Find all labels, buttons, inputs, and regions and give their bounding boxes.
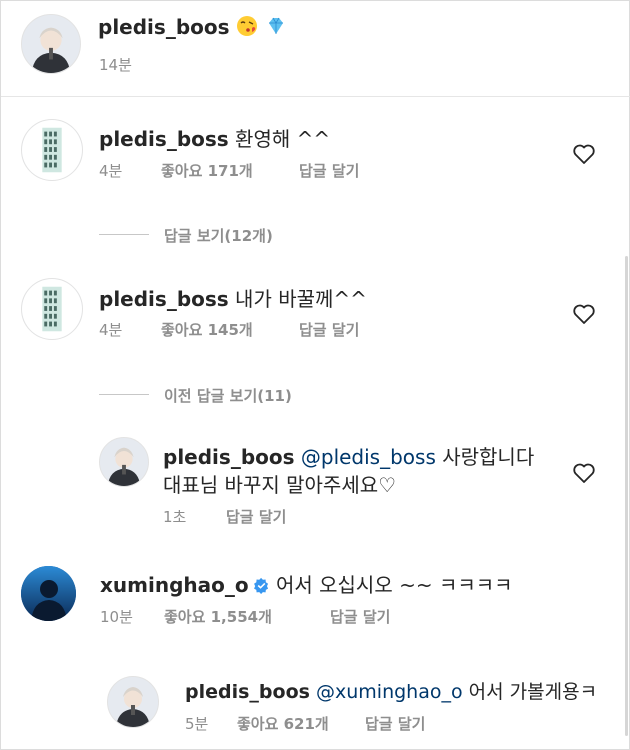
reply-button[interactable]: 답글 달기 xyxy=(330,606,390,627)
comments-screen: pledis_boos 14분 pledis_boss 환영해 ^^ 4분 좋아… xyxy=(0,0,630,750)
comment-likes[interactable]: 좋아요 145개 xyxy=(161,319,253,340)
reply-likes[interactable]: 좋아요 621개 xyxy=(237,713,329,734)
reply-button[interactable]: 답글 달기 xyxy=(365,713,425,734)
reply-avatar[interactable] xyxy=(99,437,149,487)
reply-meta: 1초 답글 달기 xyxy=(163,506,286,527)
reply-text: pledis_boos @pledis_boss 사랑합니다 xyxy=(163,441,534,470)
scrollbar[interactable] xyxy=(625,256,628,736)
verified-badge-icon xyxy=(253,577,270,594)
avatar-photo xyxy=(100,438,148,486)
comment-username[interactable]: xuminghao_o xyxy=(100,573,249,597)
comment-body: 어서 오십시오 ~~ ㅋㅋㅋㅋ xyxy=(269,573,513,597)
avatar-photo xyxy=(22,279,82,339)
heart-icon[interactable] xyxy=(572,143,596,165)
reply-mention[interactable]: @pledis_boss xyxy=(301,445,436,469)
post-username-text[interactable]: pledis_boos xyxy=(98,15,230,39)
comment-meta: 4분 좋아요 145개 답글 달기 xyxy=(99,319,359,340)
comment-username[interactable]: pledis_boss xyxy=(99,127,229,151)
reply-button[interactable]: 답글 달기 xyxy=(226,506,286,527)
view-previous-replies-button[interactable]: 이전 답글 보기(11) xyxy=(164,385,292,406)
heart-icon[interactable] xyxy=(572,462,596,484)
comment-likes[interactable]: 좋아요 1,554개 xyxy=(164,606,272,627)
reply-text: pledis_boos @xuminghao_o 어서 가볼게용ㅋ xyxy=(185,677,597,704)
comment-time: 10분 xyxy=(100,608,133,626)
comment-text: pledis_boss 내가 바꿀께^^ xyxy=(99,283,367,312)
reply-username[interactable]: pledis_boos xyxy=(163,445,295,469)
post-author-avatar[interactable] xyxy=(21,14,81,74)
blue-diamond-icon xyxy=(265,15,287,37)
reply-button[interactable]: 답글 달기 xyxy=(299,319,359,340)
post-author-username[interactable]: pledis_boos xyxy=(98,15,287,39)
comment-avatar[interactable] xyxy=(21,278,83,340)
comment-meta: 10분 좋아요 1,554개 답글 달기 xyxy=(100,606,390,627)
post-timestamp: 14분 xyxy=(99,56,132,74)
avatar-photo xyxy=(21,566,76,621)
reply-button[interactable]: 답글 달기 xyxy=(299,160,359,181)
reply-meta: 5분 좋아요 621개 답글 달기 xyxy=(185,713,425,734)
reply-mention[interactable]: @xuminghao_o xyxy=(316,681,463,703)
reply-time: 5분 xyxy=(185,715,209,733)
comment-meta: 4분 좋아요 171개 답글 달기 xyxy=(99,160,359,181)
reply-body-line1: 사랑합니다 xyxy=(435,445,535,469)
comment-username[interactable]: pledis_boss xyxy=(99,287,229,311)
comment-avatar[interactable] xyxy=(21,566,76,621)
reply-avatar[interactable] xyxy=(107,676,159,728)
comment-text: xuminghao_o 어서 오십시오 ~~ ㅋㅋㅋㅋ xyxy=(100,569,513,598)
header-divider xyxy=(1,96,630,97)
heart-icon[interactable] xyxy=(572,303,596,325)
comment-time: 4분 xyxy=(99,162,123,180)
comment-body: 환영해 ^^ xyxy=(228,127,331,151)
avatar-photo xyxy=(108,677,158,727)
view-replies-line xyxy=(99,234,149,235)
avatar-photo xyxy=(22,120,82,180)
reply-username[interactable]: pledis_boos xyxy=(185,681,310,703)
comment-avatar[interactable] xyxy=(21,119,83,181)
kiss-face-icon xyxy=(236,15,258,37)
avatar-photo xyxy=(22,15,80,73)
view-replies-button[interactable]: 답글 보기(12개) xyxy=(164,225,273,246)
reply-time: 1초 xyxy=(163,508,187,526)
comment-text: pledis_boss 환영해 ^^ xyxy=(99,123,330,152)
reply-body-line2: 대표님 바꾸지 말아주세요♡ xyxy=(163,473,397,497)
reply-body: 어서 가볼게용ㅋ xyxy=(462,681,598,703)
comment-time: 4분 xyxy=(99,321,123,339)
view-replies-line xyxy=(99,394,149,395)
comment-body: 내가 바꿀께^^ xyxy=(228,287,367,311)
comment-likes[interactable]: 좋아요 171개 xyxy=(161,160,253,181)
